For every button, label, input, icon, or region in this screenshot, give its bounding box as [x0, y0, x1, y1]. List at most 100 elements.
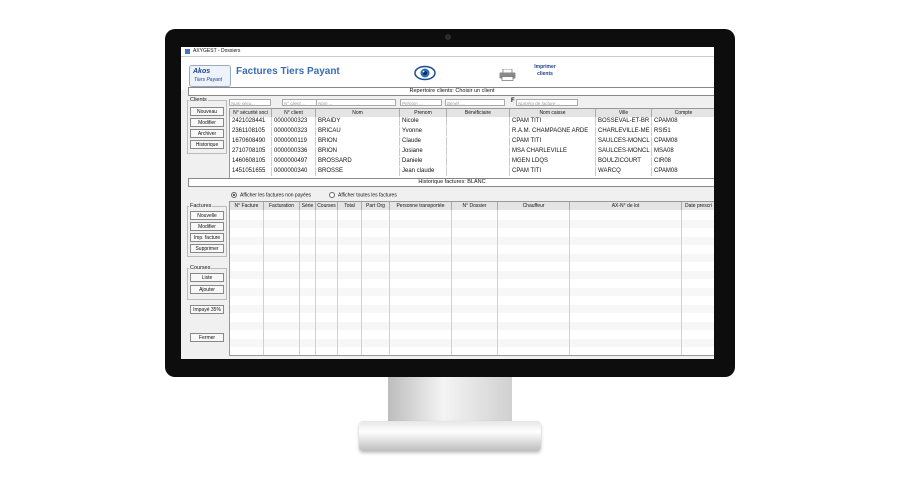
col-header-courses[interactable]: Courses: [316, 202, 338, 210]
table-row[interactable]: 2361108105 0000000323 BRICAU Yvonne R.A.M. C…: [230, 127, 714, 136]
cell-fund-name: MSA CHARLEVILLE: [510, 147, 596, 156]
table-row[interactable]: [230, 245, 714, 253]
col-header-firstname[interactable]: Prenom: [400, 109, 447, 117]
beneficiary-filter-input[interactable]: Bénéf. ...: [445, 99, 505, 106]
page-title: Factures Tiers Payant: [236, 66, 340, 77]
col-header-beneficiary[interactable]: Bénéficiaire: [447, 109, 510, 117]
col-header-file-number[interactable]: N° Dossier: [452, 202, 498, 210]
table-row[interactable]: [230, 228, 714, 236]
radio-unpaid-invoices[interactable]: Afficher les factures non payées: [231, 192, 311, 198]
column-divider: [497, 210, 498, 355]
invoices-section-bar: Historique factures: BLANC: [188, 178, 714, 187]
radio-all-label: Afficher toutes les factures: [338, 192, 397, 199]
col-header-total[interactable]: Total: [338, 202, 362, 210]
table-row[interactable]: [230, 279, 714, 287]
radio-unpaid-label: Afficher les factures non payées: [240, 192, 312, 199]
table-row[interactable]: [230, 347, 714, 355]
cell-name: BROSSARD: [316, 157, 400, 166]
firstname-filter-input[interactable]: Prénom ...: [400, 99, 442, 106]
table-row[interactable]: 1451051655 0000000340 BROSSE Jean claude CPA…: [230, 167, 714, 176]
table-row[interactable]: [230, 236, 714, 245]
print-invoice-button[interactable]: Imp. facture: [190, 233, 224, 242]
cell-name: BROSSE: [316, 167, 400, 176]
col-header-batch-number[interactable]: AX-N° de lot: [570, 202, 682, 210]
col-header-client-number[interactable]: N° client: [272, 109, 316, 117]
table-row[interactable]: [230, 270, 714, 279]
col-header-invoice-number[interactable]: N° Facture: [230, 202, 264, 210]
table-row[interactable]: [230, 219, 714, 228]
cell-firstname: Josiane: [400, 147, 447, 156]
cell-account: RSI51: [652, 127, 714, 136]
cell-client-number: 0000000497: [272, 157, 316, 166]
cell-beneficiary: [447, 117, 510, 126]
table-row[interactable]: 1460608105 0000000497 BROSSARD Daniele MGEN …: [230, 157, 714, 166]
cell-city: BOULZICOURT: [596, 157, 652, 166]
col-header-secu[interactable]: N° sécurité soci: [230, 109, 272, 117]
col-header-name[interactable]: Nom: [316, 109, 400, 117]
table-row[interactable]: [230, 304, 714, 313]
cell-fund-name: CPAM TITI: [510, 167, 596, 176]
client-history-button[interactable]: Historique: [190, 140, 224, 149]
cell-beneficiary: [447, 167, 510, 176]
cell-firstname: Nicole: [400, 117, 447, 126]
table-row[interactable]: 2421028441 0000000323 BRAIDY Nicole CPAM TIT…: [230, 117, 714, 126]
unpaid-percentage-badge: Impayé 35%: [190, 305, 224, 314]
table-row[interactable]: [230, 330, 714, 338]
col-header-passenger[interactable]: Personne transportée: [390, 202, 452, 210]
table-row[interactable]: 1670608490 0000000119 BRION Claude CPAM TITI…: [230, 137, 714, 146]
cell-firstname: Jean claude: [400, 167, 447, 176]
print-clients-button[interactable]: Imprimer clients: [529, 64, 561, 78]
cell-name: BRICAU: [316, 127, 400, 136]
eye-icon[interactable]: [414, 65, 436, 81]
column-divider: [263, 210, 264, 355]
app-icon: [185, 49, 190, 54]
cell-beneficiary: [447, 137, 510, 146]
edit-client-button[interactable]: Modifier: [190, 118, 224, 127]
col-header-fund-name[interactable]: Nom caisse: [510, 109, 596, 117]
cell-city: WARCQ: [596, 167, 652, 176]
col-header-billing[interactable]: Facturation: [264, 202, 300, 210]
col-header-prescription-date[interactable]: Date prescri: [682, 202, 714, 210]
add-course-button[interactable]: Ajouter: [190, 285, 224, 294]
logo-text-sub: Tiers Payant: [194, 77, 223, 83]
close-button[interactable]: Fermer: [190, 333, 224, 342]
new-invoice-button[interactable]: Nouvelle: [190, 211, 224, 220]
edit-invoice-button[interactable]: Modifier: [190, 222, 224, 231]
col-header-account[interactable]: Compte: [652, 109, 714, 117]
col-header-city[interactable]: Ville: [596, 109, 652, 117]
window-title: AXYGEST - Dossiers: [193, 48, 241, 54]
col-header-part-org[interactable]: Part Org: [362, 202, 390, 210]
cell-firstname: Yvonne: [400, 127, 447, 136]
table-row[interactable]: 2710708105 0000000336 BRION Josiane MSA CHAR…: [230, 147, 714, 156]
cell-account: MSA08: [652, 147, 714, 156]
table-row[interactable]: [230, 338, 714, 347]
radio-selected-icon: [231, 192, 237, 198]
secu-filter-input[interactable]: Num sécu...: [229, 99, 271, 106]
cell-client-number: 0000000336: [272, 147, 316, 156]
new-client-button[interactable]: Nouveau: [190, 107, 224, 116]
radio-all-invoices[interactable]: Afficher toutes les factures: [329, 192, 397, 198]
col-header-driver[interactable]: Chauffeur: [498, 202, 570, 210]
cell-secu: 2421028441: [230, 117, 272, 126]
app-window: AXYGEST - Dossiers Akos Tiers Payant Fac…: [181, 47, 714, 359]
monitor-stand-base: [359, 421, 541, 451]
printer-icon[interactable]: [499, 69, 516, 81]
archive-client-button[interactable]: Archiver: [190, 129, 224, 138]
table-row[interactable]: [230, 287, 714, 296]
table-row[interactable]: [230, 253, 714, 262]
name-filter-input[interactable]: Nom ...: [316, 99, 396, 106]
table-row[interactable]: [230, 296, 714, 304]
invoice-number-filter-input[interactable]: Numéro de facture ...: [516, 99, 578, 106]
cell-fund-name: R.A.M. CHAMPAGNE ARDE: [510, 127, 596, 136]
cell-secu: 1460608105: [230, 157, 272, 166]
table-row[interactable]: [230, 211, 714, 219]
table-row[interactable]: [230, 313, 714, 321]
cell-firstname: Claude: [400, 137, 447, 146]
table-row[interactable]: [230, 321, 714, 330]
col-header-series[interactable]: Série: [300, 202, 316, 210]
cell-secu: 2710708105: [230, 147, 272, 156]
delete-invoice-button[interactable]: Supprimer: [190, 244, 224, 253]
list-courses-button[interactable]: Liste: [190, 273, 224, 282]
clients-table: N° sécurité soci N° client Nom Prenom Bé…: [229, 108, 714, 181]
table-row[interactable]: [230, 262, 714, 270]
